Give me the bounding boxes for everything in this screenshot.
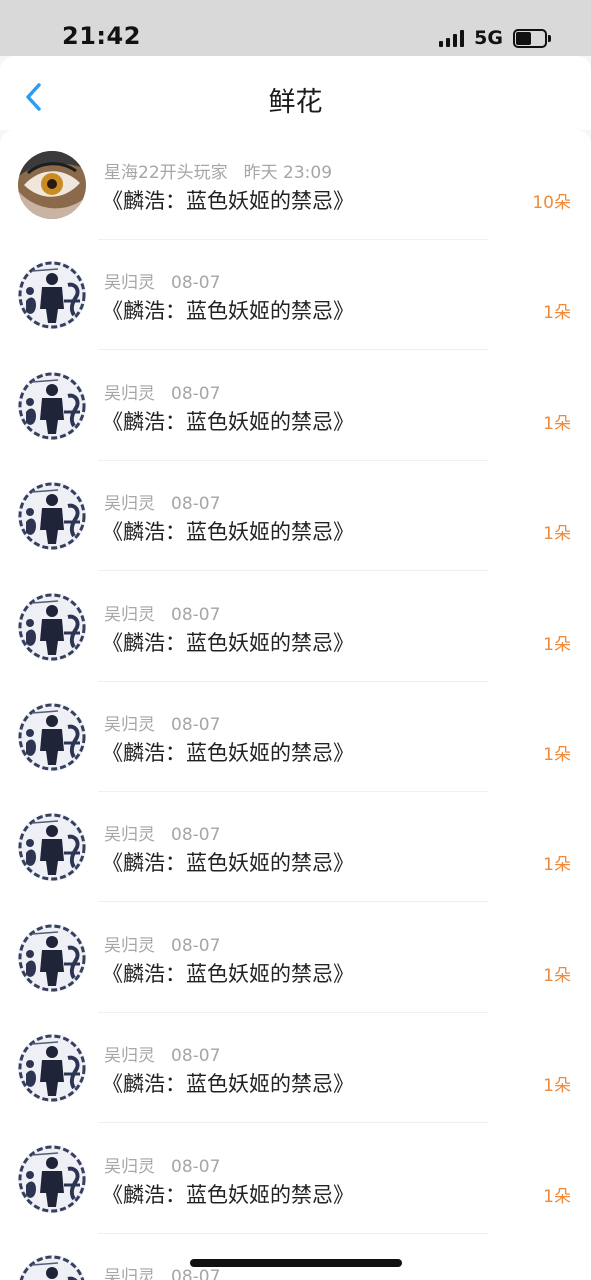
sender-meta: 吴归灵 08-07 [104, 489, 220, 514]
gift-date: 08-07 [171, 715, 221, 735]
sender-name[interactable]: 吴归灵 [104, 1046, 155, 1066]
gift-date: 08-07 [171, 935, 221, 956]
book-title[interactable]: 《麟浩：蓝色妖姬的禁忌》 [102, 516, 354, 546]
gift-row[interactable]: 吴归灵 08-07 《麟浩：蓝色妖姬的禁忌》 1朵 [0, 1013, 591, 1124]
flower-count: 1朵 [543, 413, 571, 434]
ink-figure-avatar[interactable] [18, 813, 86, 882]
battery-icon [513, 28, 551, 48]
book-title[interactable]: 《麟浩：蓝色妖姬的禁忌》 [102, 1068, 354, 1098]
gift-row[interactable]: 吴归灵 08-07 《麟浩：蓝色妖姬的禁忌》 1朵 [0, 682, 591, 792]
sender-meta: 吴归灵 08-07 [104, 1041, 220, 1066]
sender-name[interactable]: 吴归灵 [104, 494, 155, 514]
sender-meta: 星海22开头玩家 昨天 23:09 [104, 158, 332, 183]
gift-date: 08-07 [171, 604, 221, 625]
ink-figure-avatar[interactable] [18, 1144, 86, 1213]
flower-count: 1朵 [543, 1076, 571, 1097]
gift-date: 08-07 [171, 273, 221, 294]
flower-count: 1朵 [543, 745, 571, 765]
status-indicators: 5G [439, 27, 551, 49]
ink-figure-avatar[interactable] [18, 923, 86, 992]
book-title[interactable]: 《麟浩：蓝色妖姬的禁忌》 [102, 737, 354, 767]
page-title: 鲜花 [268, 87, 323, 118]
gift-date: 08-07 [171, 825, 221, 846]
flower-gift-list: 星海22开头玩家 昨天 23:09 《麟浩：蓝色妖姬的禁忌》 10朵 吴归灵 08-07… [0, 130, 591, 1280]
sender-name[interactable]: 吴归灵 [104, 605, 155, 625]
ink-figure-avatar[interactable] [18, 261, 86, 330]
book-title[interactable]: 《麟浩：蓝色妖姬的禁忌》 [102, 185, 354, 215]
book-title[interactable]: 《麟浩：蓝色妖姬的禁忌》 [102, 1179, 354, 1209]
flower-count: 1朵 [543, 634, 571, 655]
gift-row[interactable]: 吴归灵 08-07 《麟浩：蓝色妖姬的禁忌》 1朵 [0, 903, 591, 1013]
gift-row[interactable]: 吴归灵 08-07 [0, 1234, 591, 1280]
book-title[interactable]: 《麟浩：蓝色妖姬的禁忌》 [102, 847, 354, 877]
network-type: 5G [474, 27, 503, 49]
nav-bar: 鲜花 [0, 56, 591, 130]
sender-meta: 吴归灵 08-07 [104, 931, 220, 956]
gift-date: 08-07 [171, 494, 221, 515]
ink-figure-avatar[interactable] [18, 371, 86, 440]
book-title[interactable]: 《麟浩：蓝色妖姬的禁忌》 [102, 958, 354, 988]
book-title[interactable]: 《麟浩：蓝色妖姬的禁忌》 [102, 295, 354, 325]
gift-row[interactable]: 吴归灵 08-07 《麟浩：蓝色妖姬的禁忌》 1朵 [0, 240, 591, 351]
book-title[interactable]: 《麟浩：蓝色妖姬的禁忌》 [102, 627, 354, 657]
flower-count: 1朵 [543, 1186, 571, 1207]
ink-figure-avatar[interactable] [18, 1255, 86, 1280]
status-time: 21:42 [62, 22, 141, 50]
gift-date: 08-07 [171, 383, 221, 404]
flower-count: 10朵 [532, 193, 571, 213]
gift-row[interactable]: 吴归灵 08-07 《麟浩：蓝色妖姬的禁忌》 1朵 [0, 572, 591, 682]
gift-row[interactable]: 吴归灵 08-07 《麟浩：蓝色妖姬的禁忌》 1朵 [0, 792, 591, 903]
gift-date: 08-07 [171, 1156, 221, 1177]
gift-row[interactable]: 吴归灵 08-07 《麟浩：蓝色妖姬的禁忌》 1朵 [0, 1124, 591, 1234]
ink-figure-avatar[interactable] [18, 1034, 86, 1103]
sender-meta: 吴归灵 08-07 [104, 1152, 220, 1177]
gift-row[interactable]: 吴归灵 08-07 《麟浩：蓝色妖姬的禁忌》 1朵 [0, 461, 591, 572]
gift-row[interactable]: 星海22开头玩家 昨天 23:09 《麟浩：蓝色妖姬的禁忌》 10朵 [0, 130, 591, 240]
ink-figure-avatar[interactable] [18, 482, 86, 551]
sender-meta: 吴归灵 08-07 [104, 379, 220, 404]
gift-date: 昨天 23:09 [243, 163, 333, 183]
sender-name[interactable]: 吴归灵 [104, 384, 155, 404]
gift-date: 08-07 [171, 1267, 221, 1280]
sender-name[interactable]: 吴归灵 [104, 273, 155, 293]
home-indicator [190, 1259, 402, 1267]
signal-icon [439, 29, 465, 47]
status-bar: 21:42 5G [0, 0, 591, 56]
gift-row[interactable]: 吴归灵 08-07 《麟浩：蓝色妖姬的禁忌》 1朵 [0, 351, 591, 461]
ink-figure-avatar[interactable] [18, 592, 86, 661]
sender-meta: 吴归灵 08-07 [104, 600, 220, 625]
ink-figure-avatar[interactable] [18, 703, 86, 771]
book-title[interactable]: 《麟浩：蓝色妖姬的禁忌》 [102, 406, 354, 436]
flower-count: 1朵 [543, 965, 571, 986]
sender-name[interactable]: 吴归灵 [104, 825, 155, 845]
sender-name[interactable]: 吴归灵 [104, 936, 155, 956]
sender-meta: 吴归灵 08-07 [104, 820, 220, 845]
flower-count: 1朵 [543, 303, 571, 324]
sender-meta: 吴归灵 08-07 [104, 710, 220, 735]
sender-name[interactable]: 吴归灵 [104, 715, 155, 735]
sender-meta: 吴归灵 08-07 [104, 268, 220, 293]
sender-name[interactable]: 吴归灵 [104, 1157, 155, 1177]
gift-date: 08-07 [171, 1046, 221, 1067]
eye-portrait-avatar[interactable] [18, 151, 86, 219]
flower-count: 1朵 [543, 855, 571, 876]
sender-name[interactable]: 吴归灵 [104, 1267, 155, 1280]
sender-name[interactable]: 星海22开头玩家 [104, 163, 228, 183]
flower-count: 1朵 [543, 524, 571, 545]
